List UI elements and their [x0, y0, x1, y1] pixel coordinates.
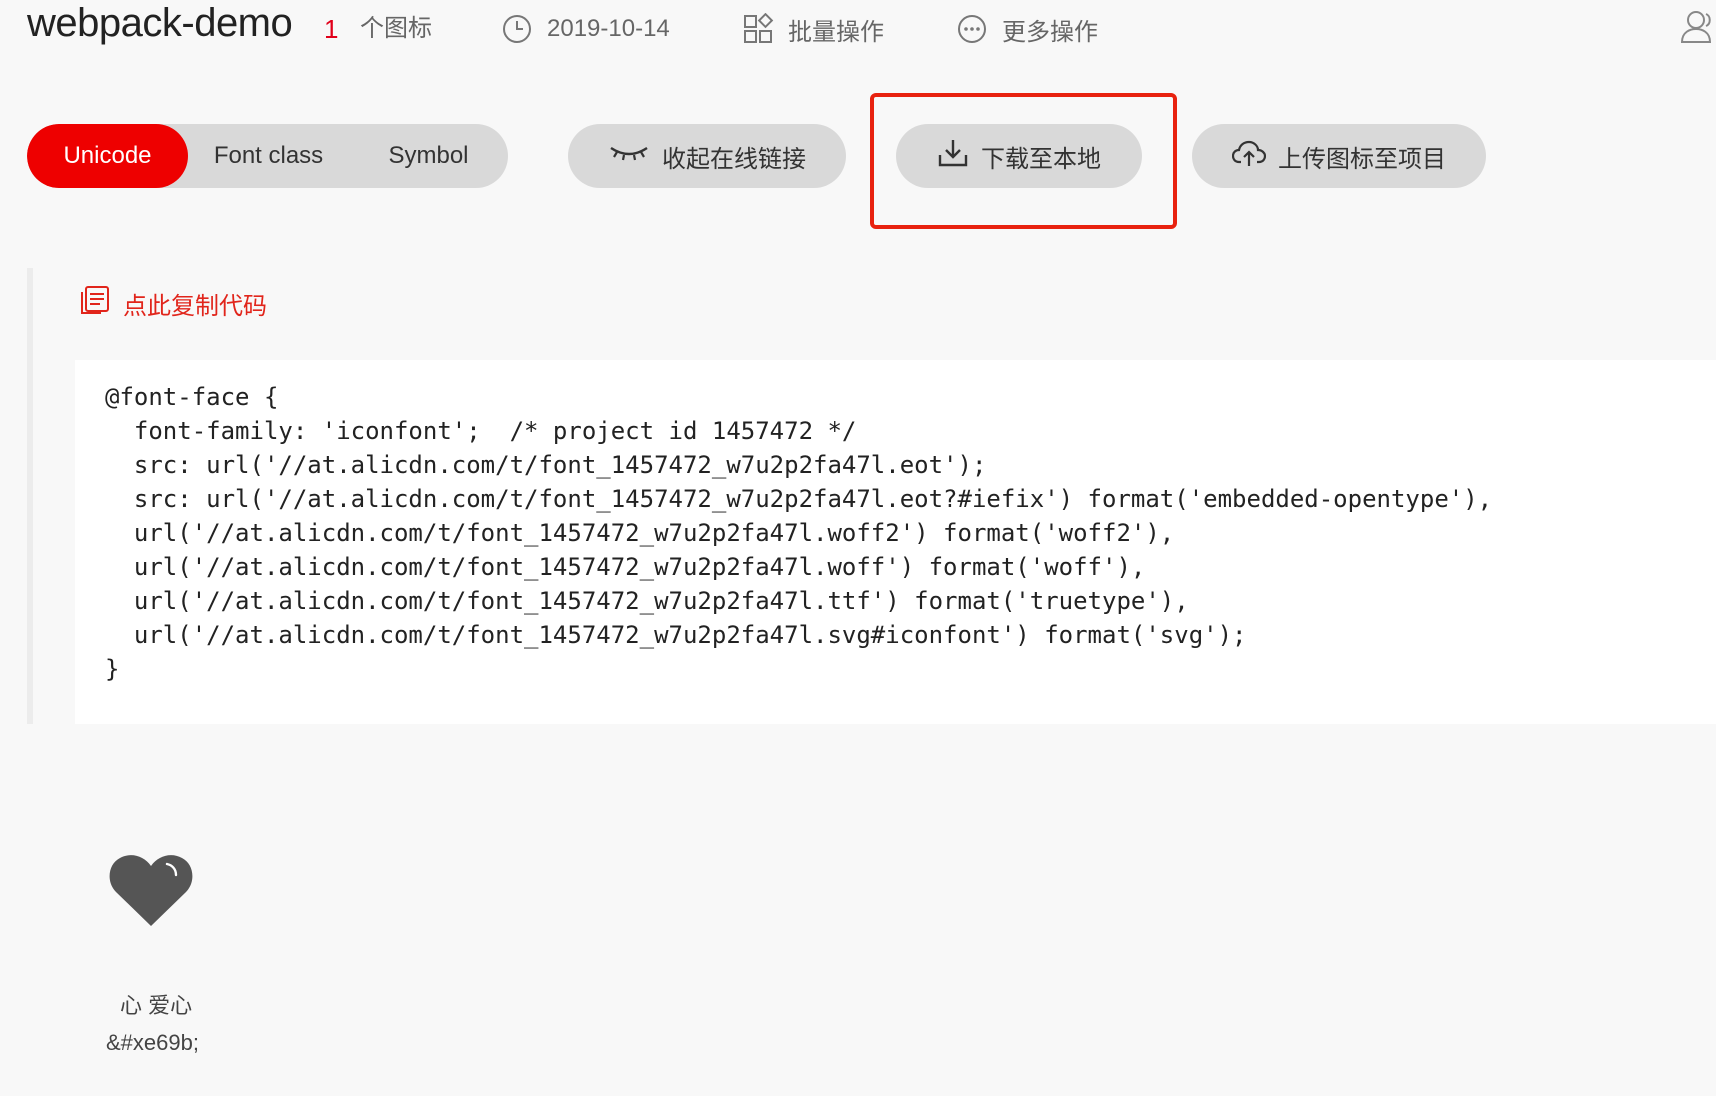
- tab-unicode[interactable]: Unicode: [27, 124, 188, 188]
- cloud-upload-icon: [1231, 138, 1267, 175]
- heart-icon: [106, 850, 196, 935]
- batch-label: 批量操作: [788, 18, 884, 46]
- grid-icon: [742, 13, 774, 45]
- collapse-label: 收起在线链接: [662, 145, 806, 173]
- icon-name: 心 爱心: [120, 993, 193, 1018]
- date-text: 2019-10-14: [547, 15, 670, 42]
- icon-count: 1: [324, 14, 339, 44]
- clock-icon: [501, 13, 533, 45]
- copy-code-label: 点此复制代码: [123, 293, 267, 320]
- icon-count-label: 个图标: [360, 15, 432, 42]
- closed-eye-icon: [608, 142, 650, 171]
- copy-code-button[interactable]: 点此复制代码: [79, 284, 267, 323]
- collapse-online-link-button[interactable]: 收起在线链接: [568, 124, 846, 188]
- header: webpack-demo 1 个图标 2019-10-14 批量操作 更多操作: [0, 0, 1716, 60]
- more-operations-button[interactable]: 更多操作: [956, 12, 1098, 46]
- upload-label: 上传图标至项目: [1278, 145, 1446, 173]
- code-type-tabs: Unicode Font class Symbol: [27, 124, 508, 188]
- code-panel: 点此复制代码 @font-face { font-family: 'iconfo…: [27, 268, 1716, 724]
- user-icon[interactable]: [1680, 10, 1716, 49]
- created-date: 2019-10-14: [501, 12, 670, 46]
- copy-document-icon: [79, 284, 111, 323]
- tab-symbol[interactable]: Symbol: [349, 124, 508, 188]
- font-face-code: @font-face { font-family: 'iconfont'; /*…: [75, 360, 1716, 724]
- highlight-box: [870, 93, 1177, 229]
- batch-operations-button[interactable]: 批量操作: [742, 12, 884, 46]
- more-dots-icon: [956, 13, 988, 45]
- tab-font-class[interactable]: Font class: [188, 124, 349, 188]
- icon-unicode: &#xe69b;: [106, 1030, 199, 1055]
- project-title: webpack-demo: [27, 1, 293, 45]
- upload-to-project-button[interactable]: 上传图标至项目: [1192, 124, 1486, 188]
- more-label: 更多操作: [1002, 18, 1098, 46]
